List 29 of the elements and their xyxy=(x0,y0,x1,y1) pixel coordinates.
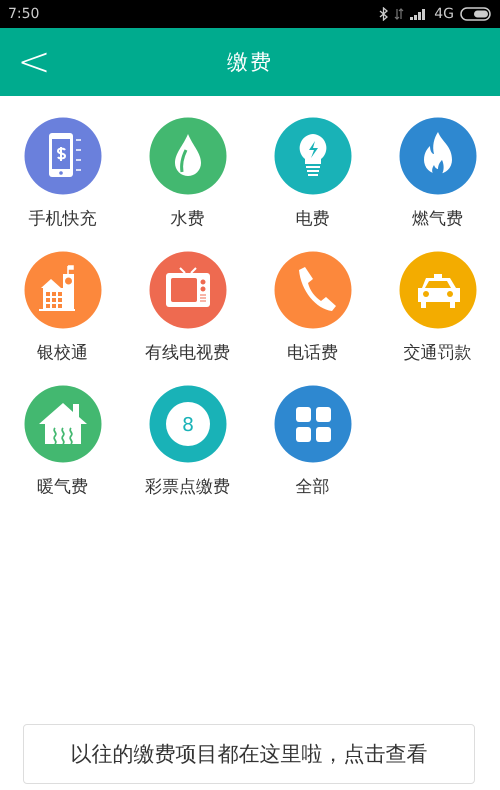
grid-icon[interactable] xyxy=(274,385,352,463)
taxi-icon[interactable] xyxy=(398,251,476,329)
ball-number: 8 xyxy=(181,414,194,436)
service-label[interactable]: 水费 xyxy=(170,207,204,230)
battery-icon xyxy=(460,7,492,21)
service-label[interactable]: 全部 xyxy=(296,475,330,498)
service-label[interactable]: 电费 xyxy=(296,207,330,230)
phone-handset-icon[interactable] xyxy=(274,251,352,329)
status-time: 7:50 xyxy=(8,6,40,22)
flame-icon[interactable] xyxy=(398,117,476,195)
school-building-icon[interactable] xyxy=(24,251,102,329)
network-type: 4G xyxy=(434,6,454,22)
tv-icon[interactable] xyxy=(148,251,226,329)
service-label[interactable]: 手机快充 xyxy=(28,207,96,230)
service-label[interactable]: 彩票点缴费 xyxy=(145,475,230,498)
house-heating-icon[interactable] xyxy=(24,385,102,463)
service-label[interactable]: 电话费 xyxy=(287,341,338,364)
light-bulb-icon[interactable] xyxy=(274,117,352,195)
service-label[interactable]: 燃气费 xyxy=(412,207,463,230)
phone-dollar-icon[interactable] xyxy=(24,117,102,195)
history-tip[interactable]: 以往的缴费项目都在这里啦，点击查看 xyxy=(23,724,475,784)
service-label[interactable]: 有线电视费 xyxy=(145,341,230,364)
service-label[interactable]: 暖气费 xyxy=(37,475,88,498)
data-arrows-icon xyxy=(394,8,404,20)
service-label[interactable]: 银校通 xyxy=(37,341,88,364)
bluetooth-icon xyxy=(379,7,388,21)
water-drop-icon[interactable] xyxy=(148,117,226,195)
page-title: 缴费 xyxy=(227,49,273,76)
service-label[interactable]: 交通罚款 xyxy=(404,341,472,364)
